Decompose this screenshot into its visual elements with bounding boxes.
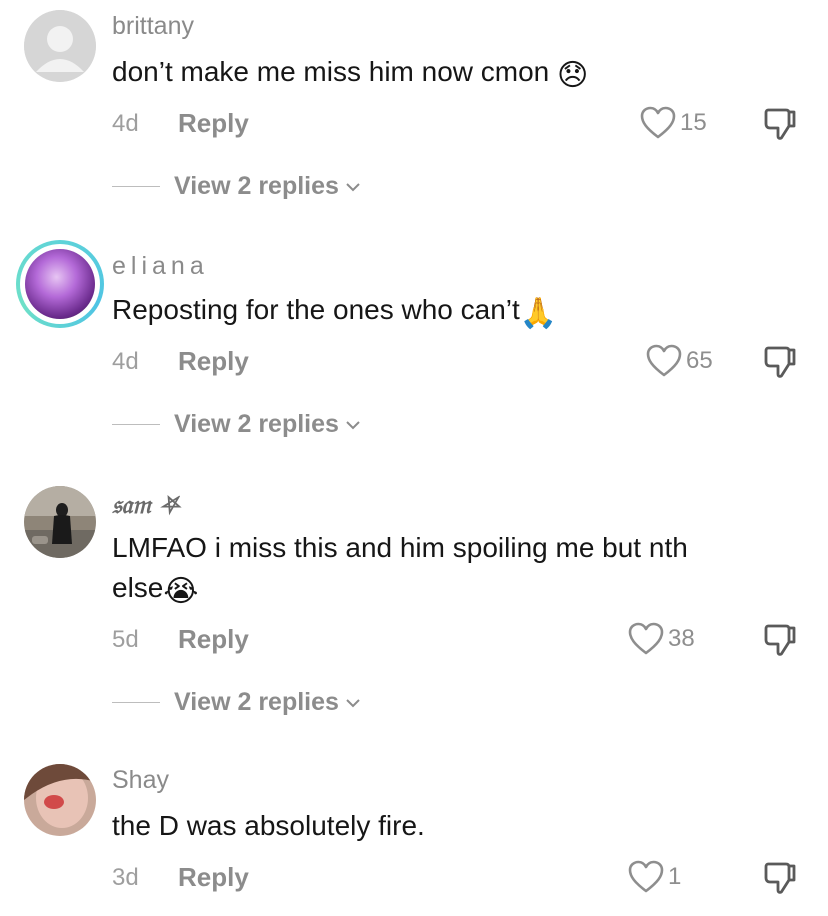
- thumbs-down-icon[interactable]: [762, 344, 798, 380]
- heart-outline-icon: [646, 344, 682, 377]
- like-button[interactable]: 15: [640, 106, 707, 140]
- view-replies-button[interactable]: View 2 replies: [112, 410, 361, 439]
- view-replies-label: View 2 replies: [174, 410, 339, 438]
- divider-line: [112, 424, 160, 425]
- view-replies-label: View 2 replies: [174, 172, 339, 200]
- divider-line: [112, 702, 160, 703]
- comment-username[interactable]: brittany: [112, 12, 194, 41]
- folded-hands-emoji: 🙏: [519, 297, 558, 330]
- heart-outline-icon: [628, 622, 664, 655]
- like-button[interactable]: 38: [628, 622, 695, 656]
- default-avatar-icon: [24, 10, 96, 82]
- heart-outline-icon: [640, 106, 676, 139]
- reply-button[interactable]: Reply: [178, 108, 249, 139]
- comment-text-line: LMFAO i miss this and him spoiling me bu…: [112, 532, 688, 563]
- avatar[interactable]: [16, 240, 104, 328]
- avatar-image: [24, 486, 96, 558]
- comment-username[interactable]: Shay: [112, 766, 169, 795]
- comment-text-line: else: [112, 572, 164, 603]
- chevron-down-icon: [346, 420, 360, 429]
- avatar-image: [24, 764, 96, 836]
- like-count: 15: [680, 109, 707, 136]
- comment-text: Reposting for the ones who can’t🙏: [112, 290, 802, 334]
- like-count: 65: [686, 347, 713, 374]
- comment-username[interactable]: eliana: [112, 252, 209, 281]
- like-button[interactable]: 65: [646, 344, 713, 378]
- thumbs-down-icon[interactable]: [762, 860, 798, 896]
- comment-text-content: don’t make me miss him now cmon: [112, 56, 550, 87]
- view-replies-label: View 2 replies: [174, 688, 339, 716]
- avatar[interactable]: [24, 486, 96, 558]
- heart-outline-icon: [628, 860, 664, 893]
- comment-time: 3d: [112, 864, 139, 891]
- thumbs-down-icon[interactable]: [762, 106, 798, 142]
- divider-line: [112, 186, 160, 187]
- like-button[interactable]: 1: [628, 860, 681, 894]
- reply-button[interactable]: Reply: [178, 346, 249, 377]
- like-count: 1: [668, 863, 682, 890]
- comment-text: LMFAO i miss this and him spoiling me bu…: [112, 528, 802, 612]
- comment-text-content: Reposting for the ones who can’t: [112, 294, 520, 325]
- disappointed-face-emoji: 😞: [557, 59, 589, 92]
- like-count: 38: [668, 625, 695, 652]
- avatar-image: [25, 249, 95, 319]
- avatar[interactable]: [24, 764, 96, 836]
- reply-button[interactable]: Reply: [178, 862, 249, 893]
- view-replies-button[interactable]: View 2 replies: [112, 688, 361, 717]
- chevron-down-icon: [346, 698, 360, 707]
- view-replies-button[interactable]: View 2 replies: [112, 172, 361, 201]
- avatar[interactable]: [24, 10, 96, 82]
- comment-text-line-wrap: else😭: [112, 568, 802, 612]
- comment-time: 4d: [112, 348, 139, 375]
- chevron-down-icon: [346, 182, 360, 191]
- reply-button[interactable]: Reply: [178, 624, 249, 655]
- thumbs-down-icon[interactable]: [762, 622, 798, 658]
- comment-time: 5d: [112, 626, 139, 653]
- comment-username[interactable]: 𝔰𝔞𝔪 ⛧: [112, 490, 180, 520]
- loudly-crying-face-emoji: 😭: [163, 575, 199, 608]
- comment-text: the D was absolutely fire.: [112, 810, 425, 841]
- comment-time: 4d: [112, 110, 139, 137]
- comment-text: don’t make me miss him now cmon 😞: [112, 52, 802, 96]
